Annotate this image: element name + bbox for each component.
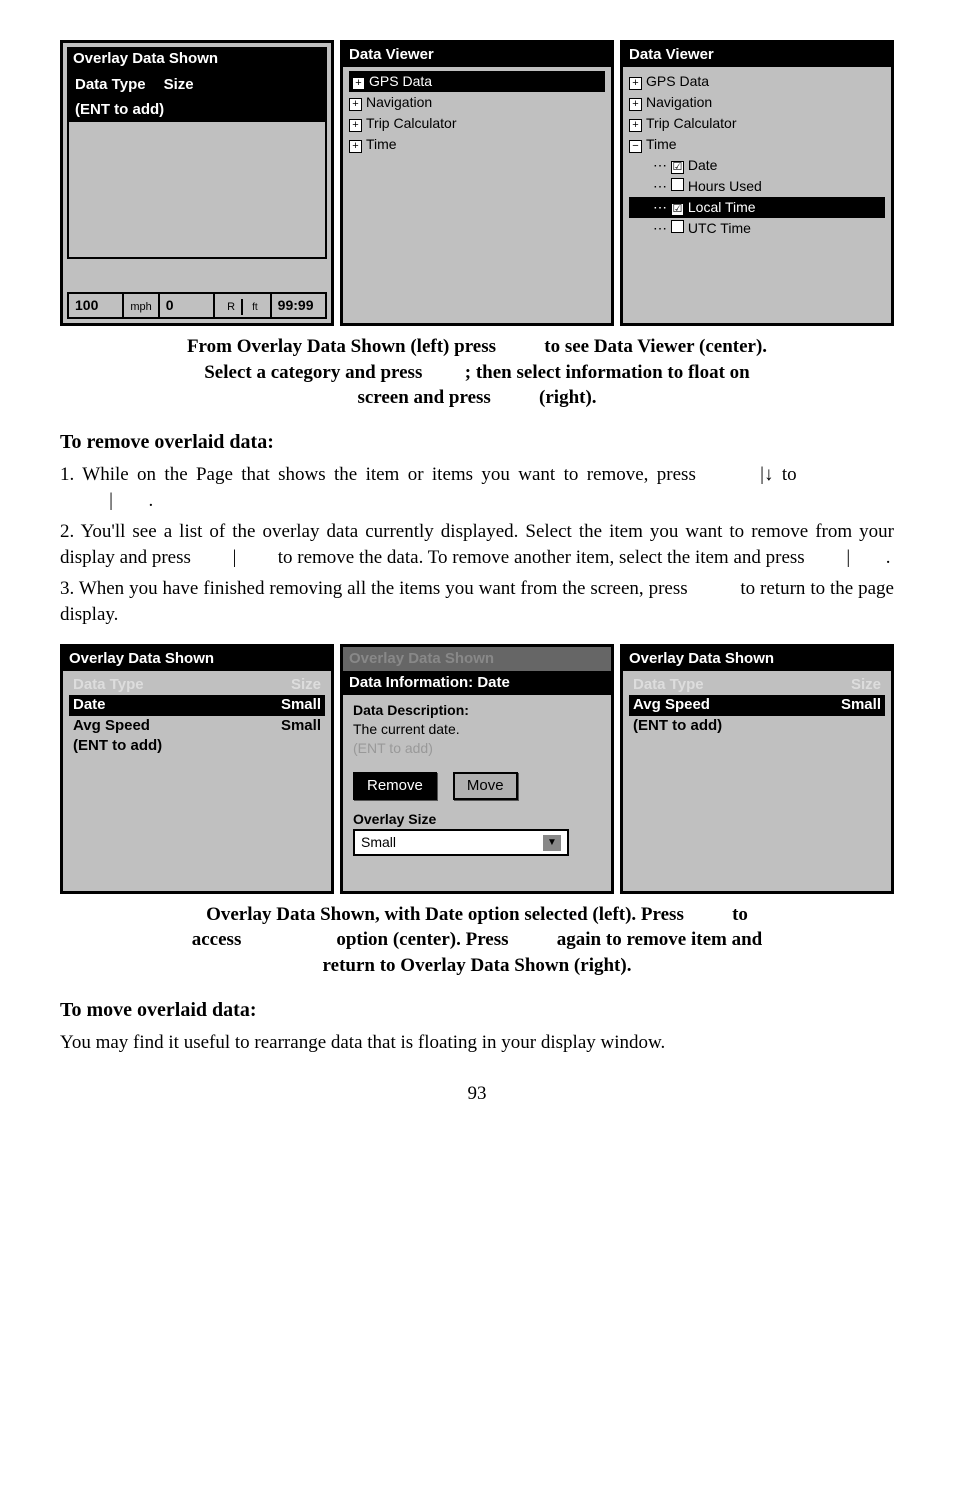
tree-date[interactable]: ⋯ ☑Date bbox=[629, 155, 885, 176]
panel-title: Overlay Data Shown bbox=[67, 47, 327, 71]
figure-2: Overlay Data Shown Data TypeSize DateSma… bbox=[60, 644, 894, 894]
checkbox-icon[interactable] bbox=[671, 220, 684, 233]
tree: +GPS Data +Navigation +Trip Calculator +… bbox=[343, 67, 611, 323]
status-time: 99:99 bbox=[272, 294, 325, 317]
overlay-size-label: Overlay Size bbox=[353, 810, 601, 829]
list-row-date[interactable]: DateSmall bbox=[69, 695, 325, 715]
col-size: Size bbox=[164, 75, 194, 95]
step-3: 3. When you have finished removing all t… bbox=[60, 576, 894, 627]
checkbox-icon[interactable]: ☑ bbox=[671, 203, 684, 216]
step-1: 1. While on the Page that shows the item… bbox=[60, 462, 894, 513]
expand-icon[interactable]: + bbox=[352, 77, 365, 90]
status-speed: 100 bbox=[69, 294, 124, 317]
figure-1-caption: From Overlay Data Shown (left) press ENT… bbox=[60, 334, 894, 411]
list-row-avg-speed[interactable]: Avg SpeedSmall bbox=[629, 695, 885, 715]
expand-icon[interactable]: + bbox=[629, 98, 642, 111]
tree-hours-used[interactable]: ⋯ Hours Used bbox=[629, 176, 885, 197]
panel-title: Overlay Data Shown bbox=[343, 647, 611, 671]
list-row-ent-add[interactable]: (ENT to add) bbox=[69, 98, 325, 122]
status-unit-r: R ft bbox=[215, 294, 272, 317]
tree-utc-time[interactable]: ⋯ UTC Time bbox=[629, 218, 885, 239]
expand-icon[interactable]: + bbox=[349, 140, 362, 153]
list-row-ent-add[interactable]: (ENT to add) bbox=[629, 716, 885, 736]
dialog-subtitle: Data Information: Date bbox=[343, 671, 611, 695]
heading-move-overlaid: To move overlaid data: bbox=[60, 997, 894, 1024]
expand-icon[interactable]: + bbox=[629, 77, 642, 90]
step-2: 2. You'll see a list of the overlay data… bbox=[60, 519, 894, 570]
listbox: Data Type Size (ENT to add) bbox=[67, 71, 327, 259]
collapse-icon[interactable]: − bbox=[629, 140, 642, 153]
tree-navigation[interactable]: +Navigation bbox=[349, 92, 605, 113]
move-paragraph: You may find it useful to rearrange data… bbox=[60, 1030, 894, 1056]
status-unit-mph: mph bbox=[124, 294, 159, 317]
tree-trip-calculator[interactable]: +Trip Calculator bbox=[629, 113, 885, 134]
listbox: Data TypeSize Avg SpeedSmall (ENT to add… bbox=[623, 671, 891, 740]
panel-data-viewer-collapsed: Data Viewer +GPS Data +Navigation +Trip … bbox=[340, 40, 614, 326]
desc-label: Data Description: bbox=[353, 701, 601, 720]
list-row-avg-speed[interactable]: Avg SpeedSmall bbox=[69, 716, 325, 736]
panel-overlay-before: Overlay Data Shown Data TypeSize DateSma… bbox=[60, 644, 334, 894]
checkbox-icon[interactable] bbox=[671, 178, 684, 191]
list-row-ent-add[interactable]: (ENT to add) bbox=[69, 736, 325, 756]
tree-trip-calculator[interactable]: +Trip Calculator bbox=[349, 113, 605, 134]
page-number: 93 bbox=[60, 1081, 894, 1107]
heading-remove-overlaid: To remove overlaid data: bbox=[60, 429, 894, 456]
status-r: 0 bbox=[160, 294, 215, 317]
overlay-size-combo[interactable]: Small ▼ bbox=[353, 829, 569, 856]
panel-title: Overlay Data Shown bbox=[623, 647, 891, 671]
tree-time[interactable]: −Time bbox=[629, 134, 885, 155]
tree-gps-data[interactable]: +GPS Data bbox=[349, 71, 605, 92]
tree-navigation[interactable]: +Navigation bbox=[629, 92, 885, 113]
panel-title: Data Viewer bbox=[343, 43, 611, 67]
figure-2-caption: Overlay Data Shown, with Date option sel… bbox=[60, 902, 894, 979]
tree: +GPS Data +Navigation +Trip Calculator −… bbox=[623, 67, 891, 323]
panel-title: Data Viewer bbox=[623, 43, 891, 67]
tree-time[interactable]: +Time bbox=[349, 134, 605, 155]
status-bar: 100 mph 0 R ft 99:99 bbox=[67, 292, 327, 319]
panel-data-info-dialog: Overlay Data Shown Data Information: Dat… bbox=[340, 644, 614, 894]
desc-text: The current date. bbox=[353, 720, 601, 739]
checkbox-icon[interactable]: ☑ bbox=[671, 161, 684, 174]
panel-title: Overlay Data Shown bbox=[63, 647, 331, 671]
expand-icon[interactable]: + bbox=[349, 119, 362, 132]
chevron-down-icon[interactable]: ▼ bbox=[543, 835, 561, 851]
panel-data-viewer-expanded: Data Viewer +GPS Data +Navigation +Trip … bbox=[620, 40, 894, 326]
list-header: Data TypeSize bbox=[69, 675, 325, 695]
move-button[interactable]: Move bbox=[453, 772, 518, 800]
expand-icon[interactable]: + bbox=[349, 98, 362, 111]
listbox: Data TypeSize DateSmall Avg SpeedSmall (… bbox=[63, 671, 331, 760]
col-data-type: Data Type bbox=[75, 75, 146, 95]
remove-button[interactable]: Remove bbox=[353, 772, 437, 800]
combo-value: Small bbox=[361, 833, 396, 852]
panel-overlay-data-shown: Overlay Data Shown Data Type Size (ENT t… bbox=[60, 40, 334, 326]
tree-gps-data[interactable]: +GPS Data bbox=[629, 71, 885, 92]
tree-local-time[interactable]: ⋯ ☑Local Time bbox=[629, 197, 885, 218]
list-header: Data TypeSize bbox=[629, 675, 885, 695]
figure-1: Overlay Data Shown Data Type Size (ENT t… bbox=[60, 40, 894, 326]
panel-overlay-after: Overlay Data Shown Data TypeSize Avg Spe… bbox=[620, 644, 894, 894]
expand-icon[interactable]: + bbox=[629, 119, 642, 132]
list-header: Data Type Size bbox=[69, 73, 325, 97]
ghost-text: (ENT to add) bbox=[353, 739, 601, 758]
dialog-body: Data Description: The current date. (ENT… bbox=[343, 695, 611, 891]
